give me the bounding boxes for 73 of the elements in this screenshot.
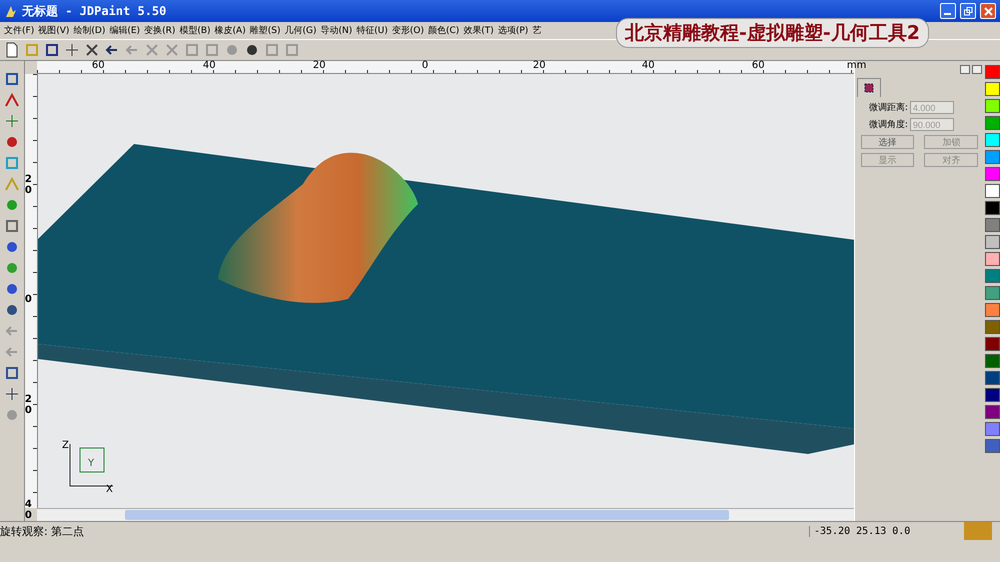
color-swatch[interactable]	[984, 405, 1000, 419]
ruler-label: 20	[24, 174, 33, 196]
color-swatch[interactable]	[984, 184, 1000, 198]
menu-item[interactable]: 模型(B)	[177, 24, 213, 37]
color-swatch[interactable]	[984, 439, 1000, 453]
color-swatch[interactable]	[984, 354, 1000, 368]
ruler-label: 0	[422, 61, 428, 71]
ruler-label: 40	[24, 499, 33, 521]
status-message: 旋转观察: 第二点	[0, 524, 86, 538]
color-swatch[interactable]	[984, 303, 1000, 317]
minimize-button[interactable]	[940, 3, 956, 19]
selection-icon	[864, 83, 874, 93]
new-file-icon[interactable]	[4, 42, 20, 58]
color-swatch[interactable]	[984, 337, 1000, 351]
scroll-thumb[interactable]	[124, 510, 729, 520]
panel-tab[interactable]	[856, 78, 881, 97]
color-swatch[interactable]	[984, 371, 1000, 385]
menu-item[interactable]: 变换(R)	[142, 24, 178, 37]
panel-button[interactable]: 选择	[860, 135, 914, 149]
app-icon	[4, 4, 18, 18]
window-title: 无标题 - JDPaint 5.50	[22, 2, 168, 20]
video-caption: 北京精雕教程-虚拟雕塑-几何工具2	[616, 18, 929, 48]
ruler-label: 20	[532, 61, 546, 71]
ruler-label: mm	[846, 61, 866, 71]
color-swatch[interactable]	[984, 82, 1000, 96]
horizontal-scrollbar[interactable]	[36, 508, 854, 521]
crosshair-icon[interactable]	[64, 42, 80, 58]
color-swatch[interactable]	[984, 269, 1000, 283]
close-icon	[984, 6, 992, 16]
menu-item[interactable]: 艺	[530, 24, 544, 37]
menu-item[interactable]: 文件(F)	[2, 24, 36, 37]
restore-icon	[964, 6, 972, 16]
color-swatch[interactable]	[984, 388, 1000, 402]
ruler-label: 60	[752, 61, 765, 71]
menu-item[interactable]: 选项(P)	[496, 24, 530, 37]
color-swatch[interactable]	[984, 99, 1000, 113]
menu-item[interactable]: 特征(U)	[354, 24, 390, 37]
color-swatch[interactable]	[984, 320, 1000, 334]
ruler-label: 20	[24, 394, 33, 416]
ruler-label: 0	[24, 294, 33, 305]
close-button[interactable]	[980, 3, 996, 19]
menu-item[interactable]: 视图(V)	[36, 24, 72, 37]
color-swatch[interactable]	[984, 167, 1000, 181]
color-swatch[interactable]	[984, 422, 1000, 436]
menu-item[interactable]: 效果(T)	[461, 24, 496, 37]
field-label: 微调距离:	[868, 102, 908, 114]
color-swatch[interactable]	[984, 252, 1000, 266]
ruler-label: 60	[92, 61, 105, 71]
color-swatch[interactable]	[984, 201, 1000, 215]
pin-button[interactable]	[960, 65, 970, 74]
color-swatch[interactable]	[984, 65, 1000, 79]
menu-item[interactable]: 绘制(D)	[71, 24, 108, 37]
color-swatch[interactable]	[984, 218, 1000, 232]
panel-close-button[interactable]	[972, 65, 982, 74]
field-label: 微调角度:	[868, 118, 908, 131]
color-swatch[interactable]	[984, 235, 1000, 249]
menu-item[interactable]: 导动(N)	[318, 24, 354, 37]
ruler-label: 40	[202, 61, 216, 71]
restore-button[interactable]	[960, 3, 976, 19]
menu-item[interactable]: 变形(O)	[390, 24, 426, 37]
ruler-label: 20	[312, 61, 326, 71]
color-swatch[interactable]	[984, 116, 1000, 130]
ruler-label: 40	[642, 61, 655, 71]
menu-item[interactable]: 颜色(C)	[426, 24, 462, 37]
color-swatch[interactable]	[984, 286, 1000, 300]
color-swatch[interactable]	[984, 150, 1000, 164]
menu-item[interactable]: 几何(G)	[282, 24, 318, 37]
select-icon[interactable]	[4, 71, 20, 87]
color-swatch[interactable]	[984, 133, 1000, 147]
menu-item[interactable]: 编辑(E)	[107, 24, 142, 37]
line-icon[interactable]	[4, 92, 20, 108]
menu-item[interactable]: 橡皮(A)	[212, 24, 248, 37]
menu-item[interactable]: 雕塑(S)	[248, 24, 282, 37]
